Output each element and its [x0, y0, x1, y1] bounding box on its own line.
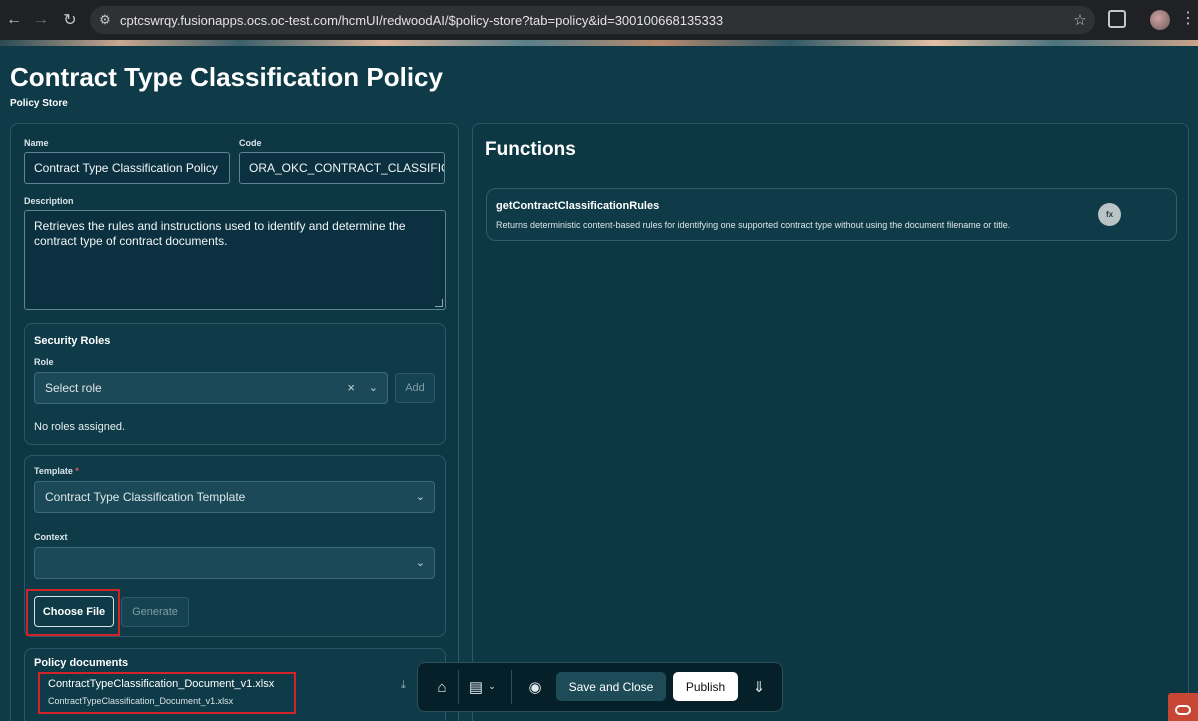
- add-role-button[interactable]: Add: [395, 373, 435, 403]
- url-text[interactable]: cptcswrqy.fusionapps.ocs.oc-test.com/hcm…: [120, 13, 1065, 28]
- address-bar[interactable]: ⚙ cptcswrqy.fusionapps.ocs.oc-test.com/h…: [90, 6, 1095, 34]
- no-roles-text: No roles assigned.: [34, 421, 126, 433]
- chevron-down-icon[interactable]: ⌄: [416, 490, 425, 503]
- clear-icon[interactable]: ×: [347, 380, 355, 395]
- toolbar-divider: [511, 670, 512, 704]
- browser-menu-icon[interactable]: ⋮: [1180, 8, 1196, 28]
- bookmark-star-icon[interactable]: ☆: [1065, 11, 1095, 29]
- template-select[interactable]: Contract Type Classification Template ⌄: [34, 481, 435, 513]
- security-roles-title: Security Roles: [34, 335, 111, 347]
- browser-toolbar: ← → ↻ ⚙ cptcswrqy.fusionapps.ocs.oc-test…: [0, 0, 1198, 40]
- highlight-box-choose-file: [26, 589, 120, 636]
- palette-icon[interactable]: ◉: [524, 676, 546, 698]
- required-marker: *: [75, 466, 79, 476]
- description-text: Retrieves the rules and instructions use…: [34, 219, 406, 248]
- name-label: Name: [24, 138, 49, 148]
- extensions-icon[interactable]: [1108, 10, 1126, 28]
- forward-icon[interactable]: →: [27, 6, 55, 34]
- policy-documents-title: Policy documents: [34, 657, 129, 669]
- description-textarea[interactable]: Retrieves the rules and instructions use…: [24, 210, 446, 310]
- function-fx-icon: fx: [1098, 203, 1121, 226]
- reload-icon[interactable]: ↻: [56, 6, 84, 34]
- chevron-down-icon[interactable]: ⌄: [486, 679, 498, 693]
- function-description: Returns deterministic content-based rule…: [496, 220, 1011, 230]
- template-select-value: Contract Type Classification Template: [45, 490, 246, 504]
- decorative-banner-strip: [0, 40, 1198, 46]
- publish-button[interactable]: Publish: [673, 672, 738, 701]
- download-icon[interactable]: ⤓: [401, 679, 406, 692]
- page-title: Contract Type Classification Policy: [10, 62, 443, 92]
- save-and-close-button[interactable]: Save and Close: [556, 672, 666, 701]
- code-label: Code: [239, 138, 262, 148]
- code-field[interactable]: ORA_OKC_CONTRACT_CLASSIFICAT: [239, 152, 445, 184]
- back-icon[interactable]: ←: [0, 6, 28, 34]
- chevron-down-icon[interactable]: ⌄: [416, 556, 425, 569]
- site-settings-icon[interactable]: ⚙: [90, 12, 120, 28]
- stack-icon[interactable]: ▤: [465, 676, 487, 698]
- context-select[interactable]: ⌄: [34, 547, 435, 579]
- role-select-placeholder: Select role: [45, 381, 102, 395]
- functions-title: Functions: [485, 139, 576, 160]
- highlight-box-document: [38, 672, 296, 714]
- template-label-text: Template: [34, 466, 73, 476]
- profile-avatar[interactable]: [1150, 10, 1170, 30]
- function-card[interactable]: [486, 188, 1177, 241]
- template-label: Template *: [34, 466, 79, 476]
- generate-button[interactable]: Generate: [121, 597, 189, 627]
- function-name: getContractClassificationRules: [496, 200, 660, 212]
- name-field[interactable]: Contract Type Classification Policy: [24, 152, 230, 184]
- oracle-logo-icon: [1168, 693, 1198, 721]
- role-select[interactable]: Select role × ⌄: [34, 372, 388, 404]
- role-label: Role: [34, 357, 54, 367]
- home-icon[interactable]: ⌂: [431, 676, 453, 698]
- chevron-down-icon[interactable]: ⌄: [369, 381, 378, 394]
- description-label: Description: [24, 196, 74, 206]
- double-chevron-down-icon[interactable]: ⇓: [748, 676, 770, 698]
- resize-handle[interactable]: [435, 299, 443, 307]
- context-label: Context: [34, 532, 68, 542]
- page-subtitle: Policy Store: [10, 98, 68, 109]
- toolbar-divider: [458, 670, 459, 704]
